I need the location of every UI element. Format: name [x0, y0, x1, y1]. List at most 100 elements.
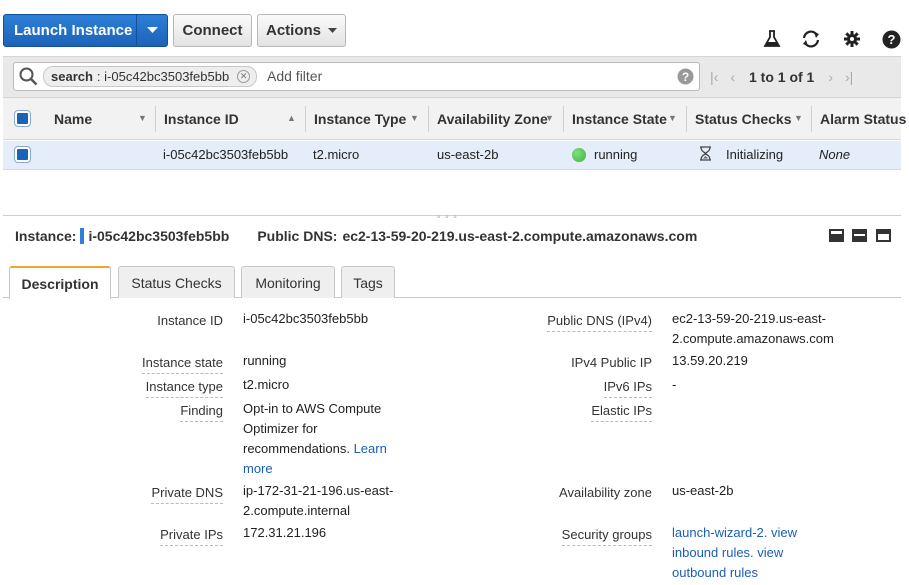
column-divider[interactable] — [811, 106, 812, 132]
value-finding-line-2: Optimizer for — [243, 421, 318, 436]
sort-ascending-icon[interactable]: ▲ — [287, 113, 296, 123]
value-ipv6-ips: - — [672, 377, 677, 392]
value-public-dns-line-1: ec2-13-59-20-219.us-east- — [672, 311, 826, 326]
prev-page-icon[interactable]: ‹ — [730, 69, 735, 85]
column-header-availability-zone[interactable]: Availability Zone — [437, 111, 548, 127]
public-dns-label: Public DNS: — [257, 228, 338, 244]
value-instance-state: running — [243, 353, 287, 368]
instance-color-marker — [80, 228, 85, 244]
filter-token-key: search — [51, 69, 93, 84]
value-ipv4-public-ip: 13.59.20.219 — [672, 353, 748, 368]
help-icon[interactable]: ? — [880, 28, 902, 50]
launch-dropdown-caret-icon[interactable] — [136, 15, 167, 46]
column-divider[interactable] — [155, 106, 156, 132]
svg-text:?: ? — [682, 70, 689, 84]
value-private-dns-line-2: 2.compute.internal — [243, 503, 350, 518]
cell-instance-id: i-05c42bc3503feb5bb — [163, 147, 289, 162]
settings-gear-icon[interactable] — [841, 28, 863, 50]
value-private-ips: 172.31.21.196 — [243, 525, 327, 540]
sort-caret-icon[interactable]: ▼ — [138, 113, 147, 123]
cell-status-checks: Initializing — [726, 147, 784, 162]
label-availability-zone: Availability zone — [559, 485, 652, 500]
column-divider[interactable] — [563, 106, 564, 132]
details-header: Instance: i-05c42bc3503feb5bb Public DNS… — [15, 228, 697, 244]
label-instance-id: Instance ID — [157, 313, 223, 328]
label-finding: Finding — [180, 402, 223, 422]
value-public-dns-line-2: 2.compute.amazonaws.com — [672, 331, 834, 346]
column-header-alarm-status[interactable]: Alarm Status — [820, 111, 906, 127]
column-header-name[interactable]: Name — [54, 111, 92, 127]
panel-layout-bottom-icon[interactable] — [829, 229, 844, 242]
value-instance-id: i-05c42bc3503feb5bb — [243, 311, 369, 326]
panel-layout-half-icon[interactable] — [852, 229, 867, 242]
search-icon — [19, 67, 38, 89]
refresh-icon[interactable] — [800, 28, 822, 50]
first-page-icon[interactable]: |‹ — [710, 69, 718, 85]
column-header-status-checks[interactable]: Status Checks — [695, 111, 791, 127]
panel-layout-full-icon[interactable] — [876, 229, 891, 242]
flask-icon[interactable] — [761, 28, 783, 50]
launch-instance-label: Launch Instance — [14, 22, 133, 39]
label-private-ips: Private IPs — [160, 526, 223, 546]
label-instance-type: Instance type — [145, 378, 223, 398]
resize-handle-icon[interactable]: ° ° ° — [437, 214, 458, 224]
tab-tags[interactable]: Tags — [341, 266, 395, 298]
sort-caret-icon[interactable]: ▼ — [794, 113, 803, 123]
public-dns-heading: ec2-13-59-20-219.us-east-2.compute.amazo… — [342, 228, 698, 244]
actions-label: Actions — [265, 22, 321, 39]
hourglass-icon — [699, 146, 712, 164]
running-status-dot-icon — [572, 148, 586, 162]
label-ipv4-public-ip: IPv4 Public IP — [571, 355, 652, 370]
learn-more-link-continued[interactable]: more — [243, 459, 273, 479]
cell-instance-type: t2.micro — [313, 147, 360, 162]
column-header-instance-type[interactable]: Instance Type — [314, 111, 406, 127]
select-all-checkbox[interactable] — [14, 110, 31, 127]
sort-caret-icon[interactable]: ▼ — [410, 113, 419, 123]
search-filter-token[interactable]: search : i-05c42bc3503feb5bb ✕ — [43, 66, 258, 87]
filter-help-icon[interactable]: ? — [677, 68, 694, 88]
add-filter-placeholder[interactable]: Add filter — [267, 68, 322, 84]
connect-button[interactable]: Connect — [173, 14, 252, 47]
security-group-link-line-2[interactable]: inbound rules. view — [672, 543, 783, 563]
label-elastic-ips: Elastic IPs — [591, 402, 652, 422]
next-page-icon[interactable]: › — [828, 69, 833, 85]
column-divider[interactable] — [686, 106, 687, 132]
column-divider[interactable] — [428, 106, 429, 132]
value-private-dns-line-1: ip-172-31-21-196.us-east- — [243, 483, 394, 498]
actions-caret-icon — [328, 27, 337, 33]
security-group-link-line-1[interactable]: launch-wizard-2. view — [672, 523, 797, 543]
instance-id-heading: i-05c42bc3503feb5bb — [88, 228, 230, 244]
label-security-groups: Security groups — [561, 526, 652, 546]
launch-instance-button[interactable]: Launch Instance — [3, 14, 168, 47]
label-ipv6-ips: IPv6 IPs — [603, 378, 652, 398]
label-private-dns: Private DNS — [151, 484, 223, 504]
pagination: |‹ ‹ 1 to 1 of 1 › ›| — [710, 69, 853, 85]
sort-caret-icon[interactable]: ▼ — [668, 113, 677, 123]
pager-text: 1 to 1 of 1 — [748, 69, 815, 85]
value-instance-type: t2.micro — [243, 377, 290, 392]
remove-filter-icon[interactable]: ✕ — [237, 70, 251, 83]
label-public-dns-ipv4: Public DNS (IPv4) — [547, 312, 652, 332]
security-group-link-line-3[interactable]: outbound rules — [672, 563, 758, 583]
value-finding-line-3: recommendations. Learn — [243, 439, 387, 459]
actions-button[interactable]: Actions — [257, 14, 346, 47]
cell-availability-zone: us-east-2b — [437, 147, 499, 162]
column-divider[interactable] — [305, 106, 306, 132]
last-page-icon[interactable]: ›| — [845, 69, 853, 85]
connect-label: Connect — [182, 22, 243, 39]
instance-label: Instance: — [15, 228, 77, 244]
svg-text:?: ? — [887, 32, 895, 47]
learn-more-link[interactable]: Learn — [354, 441, 387, 456]
sort-caret-icon[interactable]: ▼ — [545, 113, 554, 123]
tab-status-checks[interactable]: Status Checks — [118, 266, 235, 298]
row-checkbox[interactable] — [14, 146, 31, 163]
cell-alarm-status: None — [819, 147, 851, 162]
value-finding-text: recommendations. — [243, 441, 350, 456]
label-instance-state: Instance state — [142, 354, 223, 374]
filter-token-value: : i-05c42bc3503feb5bb — [96, 69, 230, 84]
tab-description[interactable]: Description — [9, 266, 111, 299]
column-header-instance-state[interactable]: Instance State — [572, 111, 667, 127]
value-availability-zone: us-east-2b — [672, 483, 734, 498]
column-header-instance-id[interactable]: Instance ID — [164, 111, 239, 127]
tab-monitoring[interactable]: Monitoring — [241, 266, 335, 298]
